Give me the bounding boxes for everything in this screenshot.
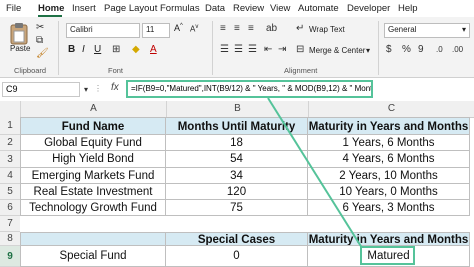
formula-callout-line	[267, 97, 363, 249]
selected-cell-highlight	[360, 246, 415, 265]
